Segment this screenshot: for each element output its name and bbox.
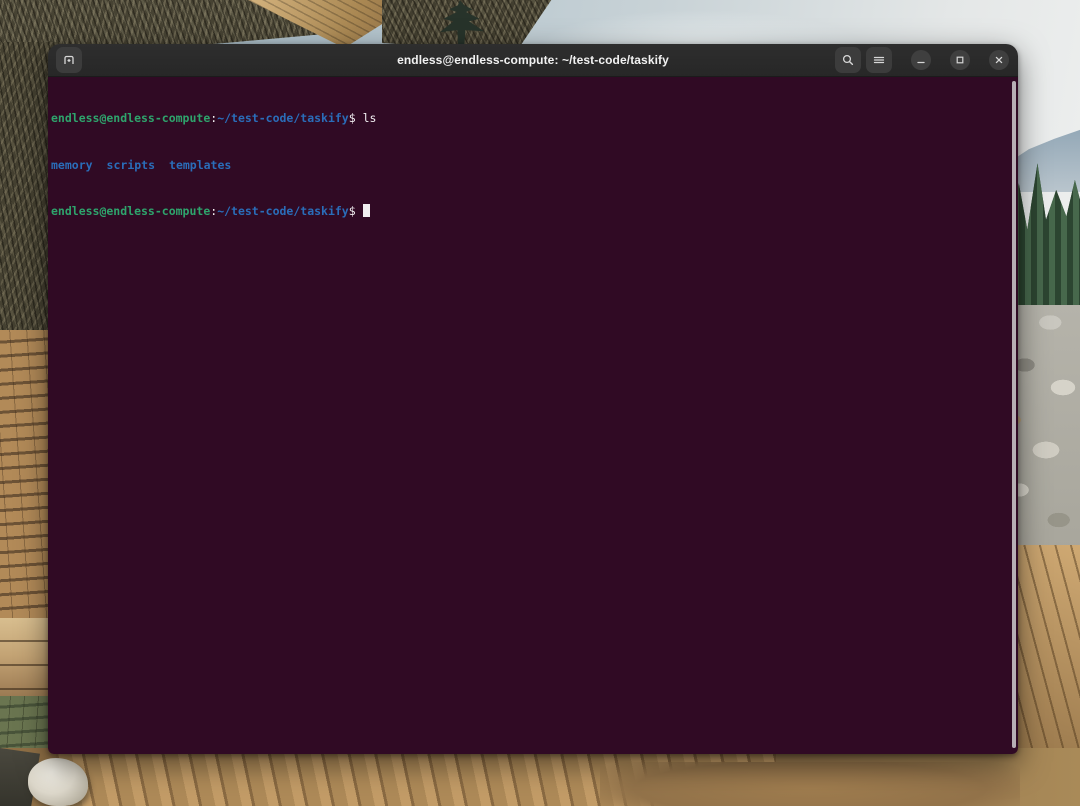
- prompt-symbol: $: [349, 204, 363, 218]
- hamburger-menu-icon: [872, 53, 886, 67]
- prompt-user-host: endless@endless-compute: [51, 204, 210, 218]
- prompt-line-1: endless@endless-compute:~/test-code/task…: [51, 111, 1008, 127]
- command-text: ls: [363, 111, 377, 125]
- minimize-button[interactable]: [911, 50, 931, 70]
- prompt-path: ~/test-code/taskify: [217, 111, 349, 125]
- wallpaper-stone-figure: [28, 758, 88, 806]
- minimize-icon: [916, 55, 926, 65]
- close-button[interactable]: [989, 50, 1009, 70]
- titlebar[interactable]: endless@endless-compute: ~/test-code/tas…: [48, 44, 1018, 77]
- wallpaper-dirt-patch: [600, 762, 1020, 806]
- directory-entry: templates: [169, 158, 231, 172]
- prompt-user-host: endless@endless-compute: [51, 111, 210, 125]
- terminal-cursor: [363, 204, 370, 217]
- new-tab-button[interactable]: [56, 47, 82, 73]
- search-button[interactable]: [835, 47, 861, 73]
- new-tab-icon: [62, 53, 76, 67]
- close-icon: [994, 55, 1004, 65]
- terminal-window: endless@endless-compute: ~/test-code/tas…: [48, 44, 1018, 754]
- titlebar-controls: [835, 47, 1018, 73]
- directory-entry: memory: [51, 158, 93, 172]
- terminal-content[interactable]: endless@endless-compute:~/test-code/task…: [48, 77, 1018, 754]
- prompt-path: ~/test-code/taskify: [217, 204, 349, 218]
- search-icon: [841, 53, 855, 67]
- ls-output-line: memory scripts templates: [51, 158, 1008, 174]
- prompt-symbol: $: [349, 111, 363, 125]
- prompt-line-2: endless@endless-compute:~/test-code/task…: [51, 204, 1008, 220]
- maximize-icon: [955, 55, 965, 65]
- terminal-scrollbar[interactable]: [1012, 81, 1016, 748]
- maximize-button[interactable]: [950, 50, 970, 70]
- menu-button[interactable]: [866, 47, 892, 73]
- directory-entry: scripts: [107, 158, 155, 172]
